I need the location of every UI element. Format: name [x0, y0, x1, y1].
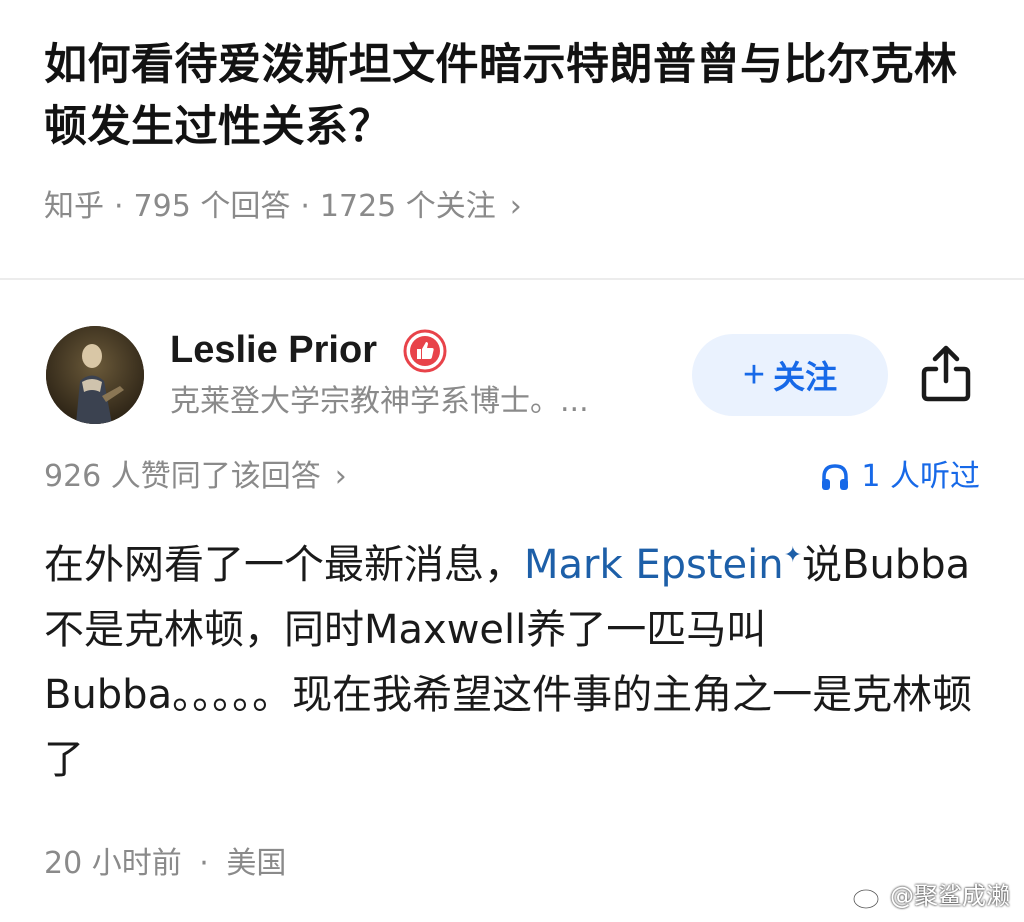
weibo-icon — [852, 884, 885, 910]
question-meta[interactable]: 知乎 · 795 个回答 · 1725 个关注 › — [44, 185, 522, 229]
listen-count[interactable]: 1 人听过 — [819, 455, 980, 499]
vote-count: 926 人赞同了该回答 — [44, 459, 321, 494]
chevron-right-icon: › — [334, 459, 347, 494]
share-icon[interactable] — [918, 343, 974, 403]
listen-count-text: 1 人听过 — [861, 459, 980, 494]
answer-time: 20 小时前 · 美国 — [44, 842, 286, 886]
question-title[interactable]: 如何看待爱泼斯坦文件暗示特朗普曾与比尔克林顿发生过性关系？ — [44, 34, 984, 158]
author-bio: 克莱登大学宗教神学系博士。... — [170, 384, 589, 419]
post-location: 美国 — [226, 846, 287, 881]
meta-separator: · — [114, 189, 124, 224]
follow-button[interactable]: + 关注 — [692, 334, 888, 416]
avatar-portrait-icon — [46, 326, 144, 424]
answer-content[interactable]: 在外网看了一个最新消息，Mark Epstein✦说Bubba不是克林顿，同时M… — [44, 523, 984, 793]
meta-separator: · — [199, 846, 209, 881]
entity-link[interactable]: Mark Epstein — [524, 542, 784, 588]
watermark: @聚鲨成濑 — [852, 878, 1010, 914]
watermark-text: @聚鲨成濑 — [890, 882, 1010, 910]
question-source: 知乎 — [44, 189, 104, 224]
sparkle-icon: ✦ — [783, 543, 803, 568]
section-divider — [0, 278, 1024, 280]
answer-count: 795 个回答 — [133, 189, 291, 224]
chevron-right-icon: › — [509, 189, 522, 224]
thumbs-up-badge-icon — [403, 329, 447, 373]
vote-count-link[interactable]: 926 人赞同了该回答 › — [44, 455, 347, 499]
plus-icon: + — [742, 353, 766, 396]
author-name[interactable]: Leslie Prior — [170, 326, 377, 374]
headphones-icon — [822, 464, 849, 490]
follower-count: 1725 个关注 — [319, 189, 496, 224]
answer-page: 如何看待爱泼斯坦文件暗示特朗普曾与比尔克林顿发生过性关系？ 知乎 · 795 个… — [0, 0, 1024, 922]
follow-label: 关注 — [773, 359, 838, 395]
post-time: 20 小时前 — [44, 846, 182, 881]
avatar[interactable] — [46, 326, 144, 424]
meta-separator: · — [300, 189, 310, 224]
answer-text-start: 在外网看了一个最新消息， — [44, 542, 524, 588]
